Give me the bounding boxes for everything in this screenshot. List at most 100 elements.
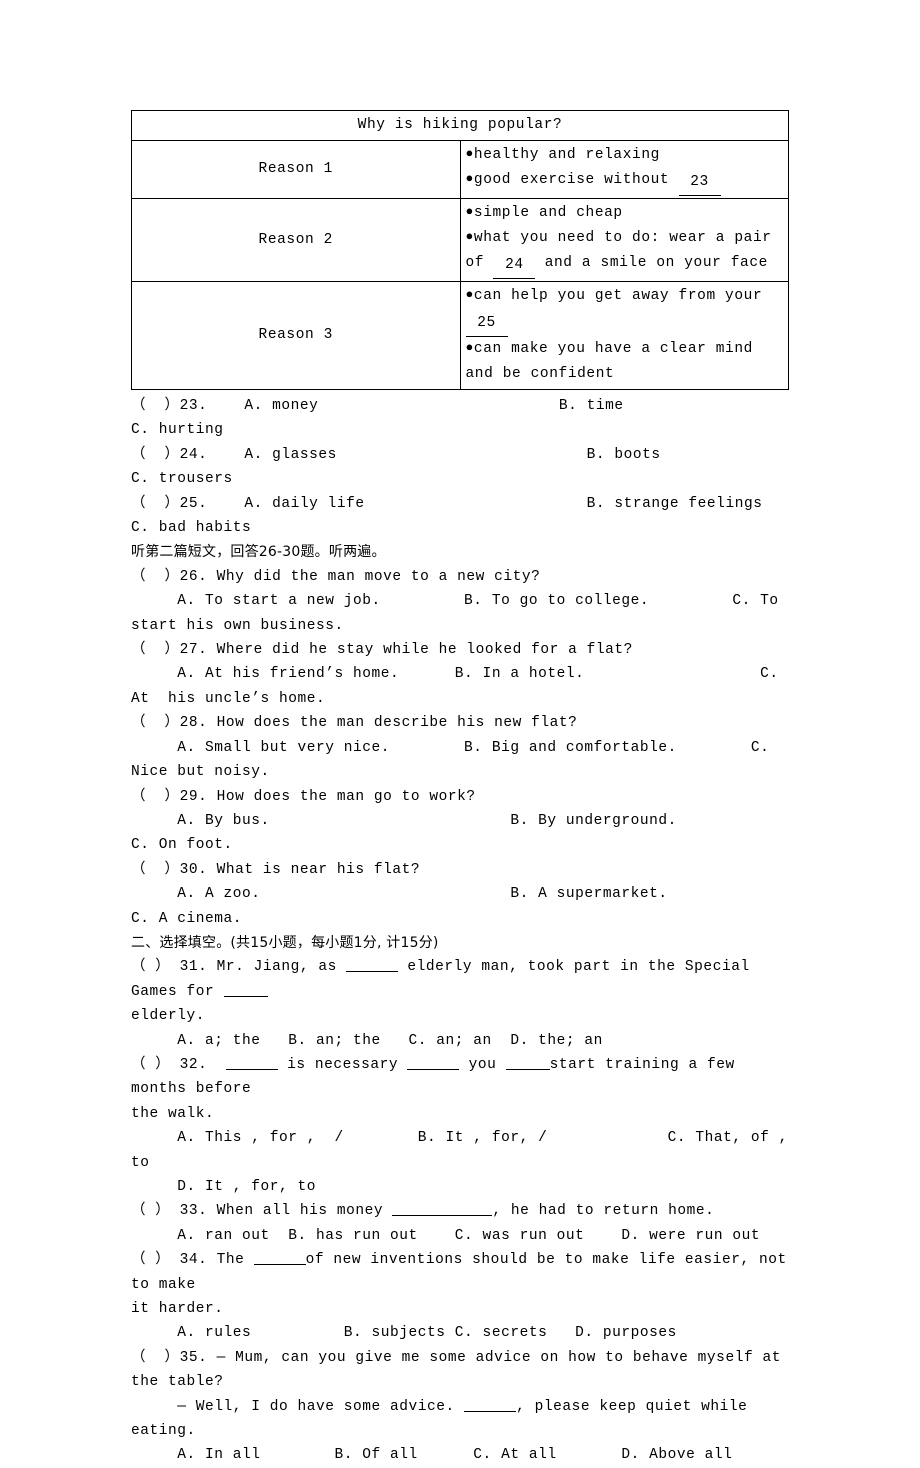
bullet-text: can make you have a clear mind and be co… <box>465 341 753 382</box>
hiking-reasons-table: Why is hiking popular? Reason 1 ●healthy… <box>131 110 789 390</box>
answer-blank-31a[interactable] <box>346 971 399 973</box>
reason-label: Reason 3 <box>131 281 461 390</box>
bullet-dot-icon: ● <box>465 171 474 186</box>
bullet-text: good exercise without <box>473 172 679 188</box>
answer-blank-31b[interactable] <box>223 995 268 997</box>
question-29[interactable]: （ ）29. How does the man go to work? <box>131 785 789 809</box>
reason-label: Reason 2 <box>131 198 461 282</box>
bullet-dot-icon: ● <box>465 146 474 161</box>
question-35-line2: — Well, I do have some advice. , please … <box>131 1395 789 1444</box>
question-32[interactable]: （ ） 32. is necessary you start training … <box>131 1053 789 1102</box>
answer-blank-25[interactable]: 25 <box>465 311 508 337</box>
bullet-item: ●can help you get away from your 25 <box>465 284 784 337</box>
question-marker[interactable]: （ ） 32. <box>131 1057 207 1073</box>
question-stem-tail: , he had to return home. <box>492 1203 715 1220</box>
question-marker[interactable]: （ ）23. <box>131 398 207 414</box>
bullet-dot-icon: ● <box>465 287 474 302</box>
question-marker[interactable]: （ ）28. <box>131 715 207 731</box>
table-title-row: Why is hiking popular? <box>131 110 789 141</box>
answer-blank-32b[interactable] <box>407 1068 460 1070</box>
bullet-dot-icon: ● <box>465 229 474 244</box>
question-27[interactable]: （ ）27. Where did he stay while he looked… <box>131 638 789 662</box>
question-33-options: A. ran out B. has run out C. was run out… <box>131 1227 761 1244</box>
question-spacer <box>207 1057 226 1073</box>
question-26-options: A. To start a new job. B. To go to colle… <box>131 593 788 634</box>
question-stem-mid1: is necessary <box>277 1056 408 1073</box>
question-stem: How does the man describe his new flat? <box>207 715 578 732</box>
question-32-options-1: A. This , for , / B. It , for, / C. That… <box>131 1130 798 1171</box>
question-marker[interactable]: （ ）27. <box>131 642 207 658</box>
bullet-text-tail: and a smile on your face <box>535 255 768 271</box>
answer-blank-24[interactable]: 24 <box>493 253 536 279</box>
question-stem: Why did the man move to a new city? <box>207 568 541 585</box>
question-31[interactable]: （ ） 31. Mr. Jiang, as elderly man, took … <box>131 955 789 1004</box>
question-marker[interactable]: （ ）24. <box>131 447 207 463</box>
question-24[interactable]: （ ）24. A. glasses B. boots C. trousers <box>131 443 789 492</box>
question-marker[interactable]: （ ） 33. <box>131 1203 207 1219</box>
question-stem: When all his money <box>207 1203 393 1220</box>
bullet-text: simple and cheap <box>473 205 623 221</box>
question-marker[interactable]: （ ）35. <box>131 1350 207 1366</box>
question-28-options: A. Small but very nice. B. Big and comfo… <box>131 739 779 781</box>
question-23[interactable]: （ ）23. A. money B. time C. hurting <box>131 394 789 443</box>
reason-body: ●simple and cheap ●what you need to do: … <box>459 198 789 282</box>
question-25[interactable]: （ ）25. A. daily life B. strange feelings… <box>131 492 789 541</box>
bullet-item: ●simple and cheap <box>466 201 784 226</box>
question-marker[interactable]: （ ）26. <box>131 569 207 585</box>
bullet-item: ●can make you have a clear mind and be c… <box>466 337 784 387</box>
question-33[interactable]: （ ） 33. When all his money , he had to r… <box>131 1199 789 1223</box>
question-stem-mid2: you <box>459 1056 506 1073</box>
bullet-text: can help you get away from your <box>473 288 763 304</box>
question-32-continuation: the walk. <box>131 1105 215 1122</box>
question-31-continuation: elderly. <box>131 1008 206 1025</box>
question-stem: How does the man go to work? <box>207 788 476 805</box>
question-options: A. glasses B. boots C. trousers <box>131 446 920 488</box>
question-35[interactable]: （ ）35. — Mum, can you give me some advic… <box>131 1346 789 1395</box>
question-stem: The <box>207 1252 254 1269</box>
exam-page: Why is hiking popular? Reason 1 ●healthy… <box>131 110 789 1468</box>
answer-blank-32a[interactable] <box>225 1068 278 1070</box>
question-marker[interactable]: （ ） 31. <box>131 959 207 975</box>
bullet-text: healthy and relaxing <box>473 147 660 163</box>
question-marker[interactable]: （ ）25. <box>131 496 207 512</box>
bullet-item: ●healthy and relaxing <box>466 143 784 168</box>
answer-blank-33[interactable] <box>392 1215 493 1217</box>
answer-blank-34[interactable] <box>253 1264 306 1266</box>
question-34[interactable]: （ ） 34. The of new inventions should be … <box>131 1248 789 1297</box>
question-stem-line1: — Mum, can you give me some advice on ho… <box>131 1349 791 1391</box>
question-31-options: A. a; the B. an; the C. an; an D. the; a… <box>131 1032 603 1049</box>
bullet-dot-icon: ● <box>465 340 474 355</box>
question-marker[interactable]: （ ）29. <box>131 789 207 805</box>
question-27-options: A. At his friend’s home. B. In a hotel. … <box>131 666 798 707</box>
question-options: A. money B. time C. hurting <box>131 398 892 439</box>
answer-blank-35[interactable] <box>464 1410 517 1412</box>
answer-blank-23[interactable]: 23 <box>678 170 721 196</box>
table-row: Reason 1 ●healthy and relaxing ●good exe… <box>131 140 789 199</box>
bullet-item: ●what you need to do: wear a pair of 24 … <box>466 226 784 279</box>
table-row: Reason 3 ●can help you get away from you… <box>131 281 789 390</box>
bullet-item: ●good exercise without 23 <box>466 168 784 196</box>
question-stem: Mr. Jiang, as <box>207 959 347 976</box>
question-stem-line2-pre: — Well, I do have some advice. <box>131 1398 465 1415</box>
question-34-options: A. rules B. subjects C. secrets D. purpo… <box>131 1325 677 1342</box>
question-marker[interactable]: （ ）30. <box>131 862 207 878</box>
table-title: Why is hiking popular? <box>131 110 789 141</box>
question-34-continuation: it harder. <box>131 1301 224 1318</box>
reason-body: ●can help you get away from your 25 ●can… <box>459 281 789 390</box>
question-30-options: A. A zoo. B. A supermarket. C. A cinema. <box>131 886 807 927</box>
table-row: Reason 2 ●simple and cheap ●what you nee… <box>131 198 789 282</box>
listening-part2-heading: 听第二篇短文，回答26-30题。听两遍。 <box>131 544 386 561</box>
question-29-options: A. By bus. B. By underground. C. On foot… <box>131 812 788 854</box>
question-marker[interactable]: （ ） 34. <box>131 1252 207 1268</box>
bullet-dot-icon: ● <box>465 204 474 219</box>
question-32-options-2: D. It , for, to <box>131 1179 317 1195</box>
question-28[interactable]: （ ）28. How does the man describe his new… <box>131 711 789 735</box>
reason-body: ●healthy and relaxing ●good exercise wit… <box>459 140 789 199</box>
question-35-options: A. In all B. Of all C. At all D. Above a… <box>131 1447 733 1464</box>
question-stem: What is near his flat? <box>207 861 421 878</box>
question-26[interactable]: （ ）26. Why did the man move to a new cit… <box>131 565 789 589</box>
reason-label: Reason 1 <box>131 140 461 199</box>
question-stem: Where did he stay while he looked for a … <box>207 642 633 659</box>
answer-blank-32c[interactable] <box>505 1068 550 1070</box>
question-30[interactable]: （ ）30. What is near his flat? <box>131 858 789 882</box>
